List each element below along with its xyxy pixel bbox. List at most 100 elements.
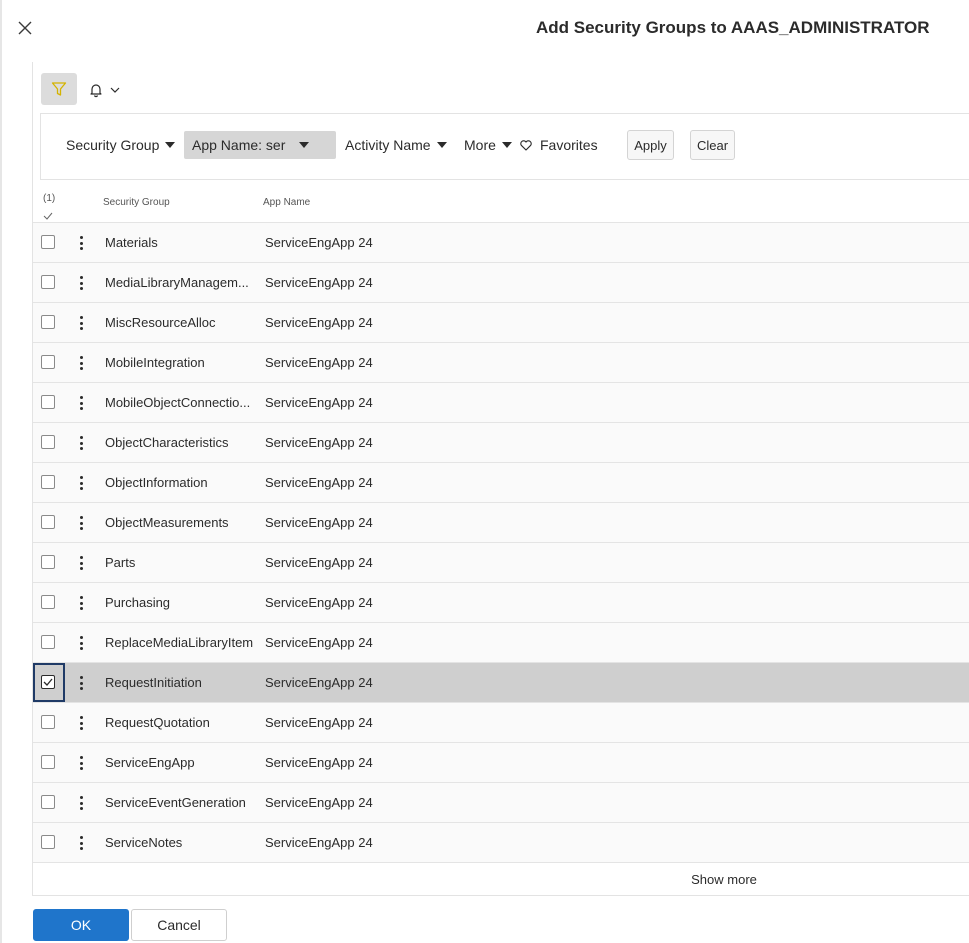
row-checkbox[interactable] <box>41 235 55 249</box>
app-name-cell: ServiceEngApp 24 <box>265 235 373 250</box>
row-actions-icon[interactable] <box>79 556 83 570</box>
table-row[interactable]: RequestInitiation ServiceEngApp 24 <box>33 662 969 702</box>
heart-icon <box>520 139 532 151</box>
row-actions-icon[interactable] <box>79 676 83 690</box>
table-row[interactable]: Parts ServiceEngApp 24 <box>33 542 969 582</box>
app-name-cell: ServiceEngApp 24 <box>265 795 373 810</box>
security-group-cell: ObjectCharacteristics <box>105 435 229 450</box>
row-actions-icon[interactable] <box>79 236 83 250</box>
table-row[interactable]: MiscResourceAlloc ServiceEngApp 24 <box>33 302 969 342</box>
security-group-cell: RequestQuotation <box>105 715 210 730</box>
row-checkbox[interactable] <box>41 355 55 369</box>
table-row[interactable]: MediaLibraryManagem... ServiceEngApp 24 <box>33 262 969 302</box>
table-row[interactable]: ServiceNotes ServiceEngApp 24 <box>33 822 969 862</box>
security-group-cell: MobileObjectConnectio... <box>105 395 251 410</box>
more-filters-label: More <box>464 137 496 153</box>
row-checkbox[interactable] <box>41 555 55 569</box>
clear-button[interactable]: Clear <box>690 130 735 160</box>
row-actions-icon[interactable] <box>79 356 83 370</box>
table-row[interactable]: ServiceEngApp ServiceEngApp 24 <box>33 742 969 782</box>
close-button[interactable] <box>14 17 36 39</box>
row-actions-icon[interactable] <box>79 316 83 330</box>
row-checkbox[interactable] <box>41 395 55 409</box>
row-checkbox[interactable] <box>41 435 55 449</box>
row-actions-icon[interactable] <box>79 396 83 410</box>
row-checkbox[interactable] <box>41 835 55 849</box>
chevron-down-icon <box>110 87 120 93</box>
show-more-bar: Show more <box>33 862 969 895</box>
row-checkbox[interactable] <box>41 515 55 529</box>
selected-count: (1) <box>43 193 56 204</box>
table-row[interactable]: ServiceEventGeneration ServiceEngApp 24 <box>33 782 969 822</box>
caret-down-icon <box>436 142 447 148</box>
table-row[interactable]: RequestQuotation ServiceEngApp 24 <box>33 702 969 742</box>
table-row[interactable]: Materials ServiceEngApp 24 <box>33 222 969 262</box>
row-actions-icon[interactable] <box>79 596 83 610</box>
table-row[interactable]: ObjectCharacteristics ServiceEngApp 24 <box>33 422 969 462</box>
table-row[interactable]: Purchasing ServiceEngApp 24 <box>33 582 969 622</box>
show-more-link[interactable]: Show more <box>691 872 757 887</box>
app-name-cell: ServiceEngApp 24 <box>265 675 373 690</box>
favorites-label: Favorites <box>540 137 598 153</box>
apply-button[interactable]: Apply <box>627 130 674 160</box>
table-row[interactable]: ObjectMeasurements ServiceEngApp 24 <box>33 502 969 542</box>
app-name-cell: ServiceEngApp 24 <box>265 355 373 370</box>
security-group-cell: ServiceNotes <box>105 835 183 850</box>
filter-toggle-button[interactable] <box>41 73 77 105</box>
app-name-cell: ServiceEngApp 24 <box>265 555 373 570</box>
app-name-cell: ServiceEngApp 24 <box>265 715 373 730</box>
table-row[interactable]: ObjectInformation ServiceEngApp 24 <box>33 462 969 502</box>
row-actions-icon[interactable] <box>79 516 83 530</box>
checkmark-icon <box>43 678 53 686</box>
app-name-cell: ServiceEngApp 24 <box>265 635 373 650</box>
column-header-security-group[interactable]: Security Group <box>103 197 170 208</box>
column-header-app-name[interactable]: App Name <box>263 197 310 208</box>
security-group-cell: RequestInitiation <box>105 675 202 690</box>
activity-name-filter-label: Activity Name <box>345 137 431 153</box>
row-checkbox[interactable] <box>41 675 55 689</box>
caret-down-icon <box>501 142 512 148</box>
table-row[interactable]: ReplaceMediaLibraryItem ServiceEngApp 24 <box>33 622 969 662</box>
app-name-cell: ServiceEngApp 24 <box>265 515 373 530</box>
table-row[interactable]: MobileObjectConnectio... ServiceEngApp 24 <box>33 382 969 422</box>
security-group-cell: ObjectInformation <box>105 475 208 490</box>
row-checkbox[interactable] <box>41 795 55 809</box>
security-group-filter[interactable]: Security Group <box>66 131 176 159</box>
security-group-cell: Purchasing <box>105 595 171 610</box>
row-actions-icon[interactable] <box>79 636 83 650</box>
row-actions-icon[interactable] <box>79 276 83 290</box>
notifications-button[interactable] <box>88 78 130 102</box>
app-name-cell: ServiceEngApp 24 <box>265 275 373 290</box>
favorites-filter[interactable]: Favorites <box>520 131 598 159</box>
security-group-cell: ServiceEngApp <box>105 755 195 770</box>
app-name-cell: ServiceEngApp 24 <box>265 315 373 330</box>
row-actions-icon[interactable] <box>79 436 83 450</box>
row-checkbox[interactable] <box>41 315 55 329</box>
row-actions-icon[interactable] <box>79 796 83 810</box>
activity-name-filter[interactable]: Activity Name <box>345 131 447 159</box>
row-actions-icon[interactable] <box>79 756 83 770</box>
security-group-cell: MobileIntegration <box>105 355 205 370</box>
row-checkbox[interactable] <box>41 635 55 649</box>
ok-button[interactable]: OK <box>33 909 129 941</box>
close-icon <box>18 21 32 35</box>
row-checkbox[interactable] <box>41 755 55 769</box>
table-row[interactable]: MobileIntegration ServiceEngApp 24 <box>33 342 969 382</box>
security-group-cell: MediaLibraryManagem... <box>105 275 249 290</box>
more-filters[interactable]: More <box>464 131 512 159</box>
caret-down-icon <box>299 142 310 148</box>
row-actions-icon[interactable] <box>79 836 83 850</box>
dialog-title: Add Security Groups to AAAS_ADMINISTRATO… <box>536 18 930 37</box>
security-group-cell: MiscResourceAlloc <box>105 315 216 330</box>
row-checkbox[interactable] <box>41 475 55 489</box>
app-name-filter-chip[interactable]: App Name: ser <box>184 131 336 159</box>
checkmark-icon <box>43 212 53 220</box>
app-name-cell: ServiceEngApp 24 <box>265 595 373 610</box>
row-checkbox[interactable] <box>41 595 55 609</box>
row-actions-icon[interactable] <box>79 476 83 490</box>
row-checkbox[interactable] <box>41 275 55 289</box>
row-actions-icon[interactable] <box>79 716 83 730</box>
cancel-button[interactable]: Cancel <box>131 909 227 941</box>
row-checkbox[interactable] <box>41 715 55 729</box>
app-name-cell: ServiceEngApp 24 <box>265 755 373 770</box>
